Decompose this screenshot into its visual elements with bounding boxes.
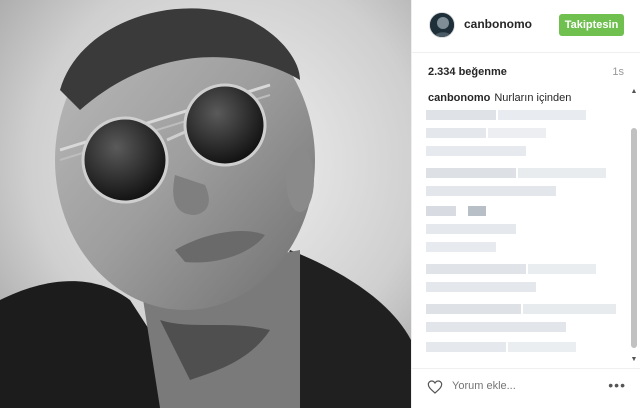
- blurred-comment: [426, 242, 496, 252]
- blurred-comment: [426, 146, 526, 156]
- post-header: canbonomo Takiptesin: [412, 0, 640, 53]
- post-photo[interactable]: [0, 0, 411, 408]
- post-footer: •••: [412, 368, 640, 409]
- blurred-comment: [426, 282, 536, 292]
- caption: canbonomo Nurların içinden: [428, 92, 571, 104]
- blurred-comment: [426, 128, 546, 138]
- blurred-comment: [426, 322, 566, 332]
- follow-button[interactable]: Takiptesin: [559, 14, 624, 36]
- blurred-comment: [426, 206, 486, 216]
- scroll-down-icon[interactable]: ▼: [630, 356, 638, 364]
- blurred-comment: [426, 342, 576, 352]
- blurred-comment: [426, 110, 586, 120]
- scroll-thumb[interactable]: [631, 128, 637, 348]
- post-time[interactable]: 1s: [612, 66, 624, 78]
- post-sidebar: canbonomo Takiptesin 2.334 beğenme 1s ca…: [411, 0, 640, 408]
- avatar[interactable]: [429, 12, 455, 38]
- comments-scrollbar[interactable]: ▲ ▼: [630, 88, 638, 364]
- portrait-image: [0, 0, 411, 408]
- comment-input[interactable]: [452, 380, 572, 392]
- blurred-comment: [426, 186, 556, 196]
- like-count[interactable]: 2.334 beğenme: [428, 66, 507, 78]
- blurred-comment: [426, 304, 616, 314]
- blurred-comment: [426, 168, 606, 178]
- caption-text: Nurların içinden: [494, 92, 572, 104]
- username-link[interactable]: canbonomo: [464, 17, 532, 31]
- scroll-up-icon[interactable]: ▲: [630, 88, 638, 96]
- comment-list: [426, 106, 620, 358]
- more-options-icon[interactable]: •••: [608, 377, 626, 393]
- blurred-comment: [426, 224, 516, 234]
- heart-icon[interactable]: [427, 379, 443, 395]
- caption-username[interactable]: canbonomo: [428, 92, 490, 104]
- blurred-comment: [426, 264, 596, 274]
